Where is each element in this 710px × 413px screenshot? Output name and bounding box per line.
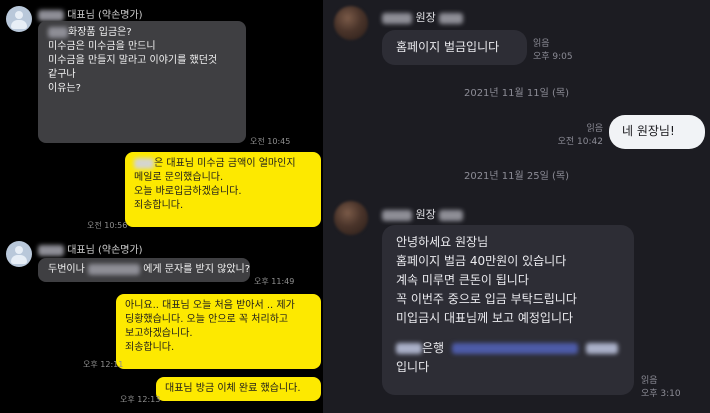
sent-message-bubble[interactable]: 대표님 방금 이체 완료 했습니다. [156, 377, 321, 401]
received-message-bubble[interactable]: 두번이나 에게 문자를 받지 않았니? [38, 258, 250, 282]
sent-message-bubble[interactable]: 네 원장님! [609, 115, 705, 149]
date-separator: 2021년 11월 11일 (목) [463, 88, 570, 99]
message-time: 오전 10:45 [250, 137, 291, 146]
sender-name: 대표님 (약손명가) [38, 241, 143, 256]
redacted-name [48, 26, 68, 38]
left-chat-panel: 대표님 (약손명가) 화장품 입금은? 미수금은 미수금을 만드니 미수금을 만… [0, 0, 323, 413]
received-message-bubble[interactable]: 화장품 입금은? 미수금은 미수금을 만드니 미수금을 만들지 말라고 이야기를… [38, 21, 246, 143]
sender-name: 대표님 (약손명가) [38, 6, 143, 21]
sender-name: 원장 [382, 9, 464, 25]
sent-message-bubble[interactable]: 아니요.. 대표님 오늘 처음 받아서 .. 제가 딩황했습니다. 오늘 안으로… [116, 294, 321, 369]
date-separator: 2021년 11월 25일 (목) [463, 171, 570, 182]
sent-message-bubble[interactable]: 은 대표님 미수금 금액이 얼마인지 메일로 문의했습니다. 오늘 바로입금하겠… [125, 152, 321, 227]
redacted-name [585, 343, 618, 354]
message-time: 오후 12:13 [120, 395, 161, 404]
received-message-bubble[interactable]: 홈페이지 벌금입니다 [382, 30, 527, 65]
message-time: 오후 3:10 [641, 389, 681, 399]
message-time: 오전 10:42 [557, 137, 603, 147]
redacted-name [38, 244, 64, 256]
sender-avatar[interactable] [334, 6, 368, 40]
read-receipt: 읽음 [641, 376, 658, 386]
redacted-name [396, 343, 422, 354]
right-chat-panel: 원장 홈페이지 벌금입니다 읽음 오후 9:05 2021년 11월 11일 (… [323, 0, 710, 413]
redacted-name [439, 12, 464, 24]
sender-avatar[interactable] [334, 201, 368, 235]
message-time: 오후 11:49 [254, 277, 295, 286]
message-time: 오후 9:05 [533, 52, 573, 62]
sender-avatar[interactable] [6, 6, 32, 32]
redacted-name [134, 157, 154, 169]
sender-name: 원장 [382, 206, 464, 222]
received-message-bubble[interactable]: 안녕하세요 원장님 홈페이지 벌금 40만원이 있습니다 계속 미루면 큰돈이 … [382, 225, 634, 395]
redacted-account-number [451, 343, 578, 354]
message-time: 오전 10:56 [87, 221, 128, 230]
read-receipt: 읽음 [533, 39, 550, 49]
redacted-name [382, 209, 412, 221]
read-receipt: 읽음 [586, 124, 603, 134]
redacted-name [38, 9, 64, 21]
redacted-name [88, 263, 140, 275]
message-time: 오후 12:11 [83, 360, 124, 369]
redacted-name [382, 12, 412, 24]
sender-avatar[interactable] [6, 241, 32, 267]
redacted-name [439, 209, 464, 221]
